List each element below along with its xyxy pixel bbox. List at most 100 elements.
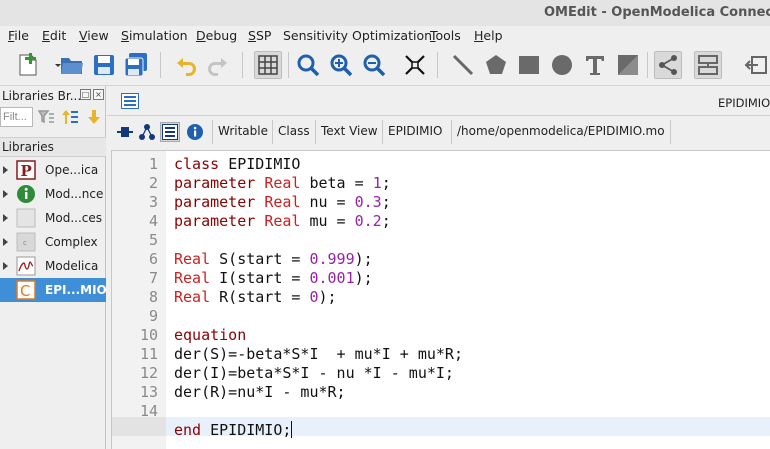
toolbar-separator bbox=[242, 52, 243, 78]
open-folder-icon[interactable] bbox=[58, 51, 86, 79]
tree-item-modelica-reference[interactable]: Mod...nce bbox=[0, 182, 106, 206]
zoom-out-icon[interactable] bbox=[360, 51, 388, 79]
menu-debug[interactable]: Debug bbox=[196, 28, 237, 43]
ellipse-icon[interactable] bbox=[548, 51, 576, 79]
text-icon[interactable] bbox=[581, 51, 609, 79]
code-line: class EPIDIMIO bbox=[174, 155, 300, 174]
line-number: 12 bbox=[139, 364, 158, 382]
code-token: EPIDIMIO; bbox=[210, 421, 292, 439]
menu-label: iew bbox=[87, 28, 109, 43]
code-token: 0.001 bbox=[309, 269, 355, 287]
libraries-browser: Libraries Br... □ × Libraries P Ope...ic… bbox=[0, 86, 107, 449]
code-token: Real bbox=[174, 288, 211, 306]
filter-options-icon[interactable] bbox=[36, 108, 56, 126]
code-token: I(start = bbox=[219, 269, 301, 287]
save-icon[interactable] bbox=[90, 51, 118, 79]
code-token: parameter bbox=[174, 174, 256, 192]
float-dock-icon[interactable]: □ bbox=[80, 89, 91, 100]
diagram-view-icon[interactable] bbox=[137, 122, 157, 142]
tree-item-openmodelica[interactable]: P Ope...ica bbox=[0, 158, 106, 182]
menu-simulation[interactable]: Simulation bbox=[121, 28, 188, 43]
code-token: Real bbox=[174, 250, 211, 268]
document-list-icon[interactable] bbox=[121, 93, 139, 109]
documentation-view-icon[interactable] bbox=[185, 122, 205, 142]
code-token: mu = bbox=[309, 212, 346, 230]
line-icon[interactable] bbox=[449, 51, 477, 79]
code-token: ); bbox=[318, 288, 337, 306]
expand-arrow-icon[interactable] bbox=[3, 262, 8, 270]
expand-arrow-icon[interactable] bbox=[3, 238, 8, 246]
line-number: 9 bbox=[148, 307, 158, 325]
tree-item-label: Ope...ica bbox=[45, 163, 99, 177]
menu-view[interactable]: View bbox=[79, 28, 109, 43]
menu-help[interactable]: Help bbox=[474, 28, 503, 43]
info-icon bbox=[16, 184, 36, 204]
zoom-fit-icon[interactable] bbox=[294, 51, 322, 79]
collapse-all-icon[interactable] bbox=[84, 108, 104, 126]
menu-edit[interactable]: Edit bbox=[42, 28, 66, 43]
library-filter-input[interactable] bbox=[0, 107, 33, 127]
svg-text:P: P bbox=[21, 162, 32, 180]
menu-mnemonic: E bbox=[42, 28, 50, 43]
menu-label: ools bbox=[435, 28, 461, 43]
zoom-in-icon[interactable] bbox=[327, 51, 355, 79]
menu-ssp[interactable]: SSP bbox=[248, 28, 271, 43]
code-token: EPIDIMIO bbox=[228, 155, 301, 173]
grid-icon[interactable] bbox=[254, 51, 282, 79]
text-view-icon[interactable] bbox=[160, 122, 180, 142]
code-token: der(S)=-beta*S*I + mu*I + mu*R; bbox=[174, 345, 463, 363]
document-tab-title[interactable]: EPIDIMIO bbox=[718, 96, 770, 110]
icon-view-icon[interactable] bbox=[115, 122, 135, 142]
tree-item-epidimio[interactable]: C EPI...MIO bbox=[0, 278, 107, 302]
current-line-gutter-highlight bbox=[112, 417, 166, 436]
main-toolbar bbox=[0, 46, 770, 86]
tree-item-modelica-services[interactable]: Mod...ces bbox=[0, 206, 106, 230]
document-tab-bar: EPIDIMIO bbox=[107, 86, 770, 116]
menu-tools[interactable]: Tools bbox=[430, 28, 461, 43]
code-editor[interactable]: 123456789101112131415 class EPIDIMIOpara… bbox=[111, 150, 770, 449]
save-all-icon[interactable] bbox=[122, 51, 150, 79]
toolbar-separator bbox=[647, 52, 648, 78]
tree-item-label: Mod...nce bbox=[45, 187, 104, 201]
expand-arrow-icon[interactable] bbox=[3, 190, 8, 198]
close-dock-icon[interactable]: × bbox=[93, 89, 104, 100]
line-number: 7 bbox=[148, 269, 158, 287]
menu-label: SP bbox=[255, 28, 272, 43]
line-number: 11 bbox=[139, 345, 158, 363]
tree-item-modelica[interactable]: Modelica bbox=[0, 254, 106, 278]
expand-arrow-icon[interactable] bbox=[3, 166, 8, 174]
reset-icon[interactable] bbox=[742, 51, 770, 79]
menu-file[interactable]: File bbox=[8, 28, 29, 43]
redo-icon[interactable] bbox=[204, 51, 232, 79]
code-token: end bbox=[174, 421, 202, 439]
menu-sensitivity-optimization[interactable]: Sensitivity Optimization bbox=[283, 28, 432, 43]
line-number: 10 bbox=[139, 326, 158, 344]
svg-text:c: c bbox=[23, 239, 27, 247]
menu-label: ebug bbox=[205, 28, 238, 43]
bitmap-icon[interactable] bbox=[614, 51, 642, 79]
menu-mnemonic: S bbox=[248, 28, 256, 43]
code-line: parameter Real mu = 0.2; bbox=[174, 212, 391, 231]
code-token: 0.3 bbox=[354, 193, 382, 211]
new-file-icon[interactable] bbox=[14, 51, 42, 79]
rectangle-icon[interactable] bbox=[515, 51, 543, 79]
tree-item-complex[interactable]: c Complex bbox=[0, 230, 106, 254]
line-number: 3 bbox=[148, 193, 158, 211]
expand-arrow-icon[interactable] bbox=[3, 214, 8, 222]
code-line: der(I)=beta*S*I - nu *I - mu*I; bbox=[174, 364, 454, 383]
connect-icon[interactable] bbox=[654, 51, 682, 79]
code-token: nu = bbox=[309, 193, 346, 211]
code-line: parameter Real beta = 1; bbox=[174, 174, 391, 193]
undo-icon[interactable] bbox=[172, 51, 200, 79]
class-name-label: EPIDIMIO bbox=[382, 120, 447, 144]
toolbar-separator bbox=[288, 52, 289, 78]
menu-label: elp bbox=[483, 28, 503, 43]
sort-icon[interactable] bbox=[60, 108, 80, 126]
polygon-icon[interactable] bbox=[482, 51, 510, 79]
fit-to-view-icon[interactable] bbox=[401, 51, 429, 79]
code-line: Real R(start = 0); bbox=[174, 288, 337, 307]
code-token: Real bbox=[264, 193, 301, 211]
menu-label: Sensitivity Optimization bbox=[283, 28, 433, 43]
transition-icon[interactable] bbox=[694, 51, 722, 79]
code-token: ; bbox=[381, 212, 391, 230]
